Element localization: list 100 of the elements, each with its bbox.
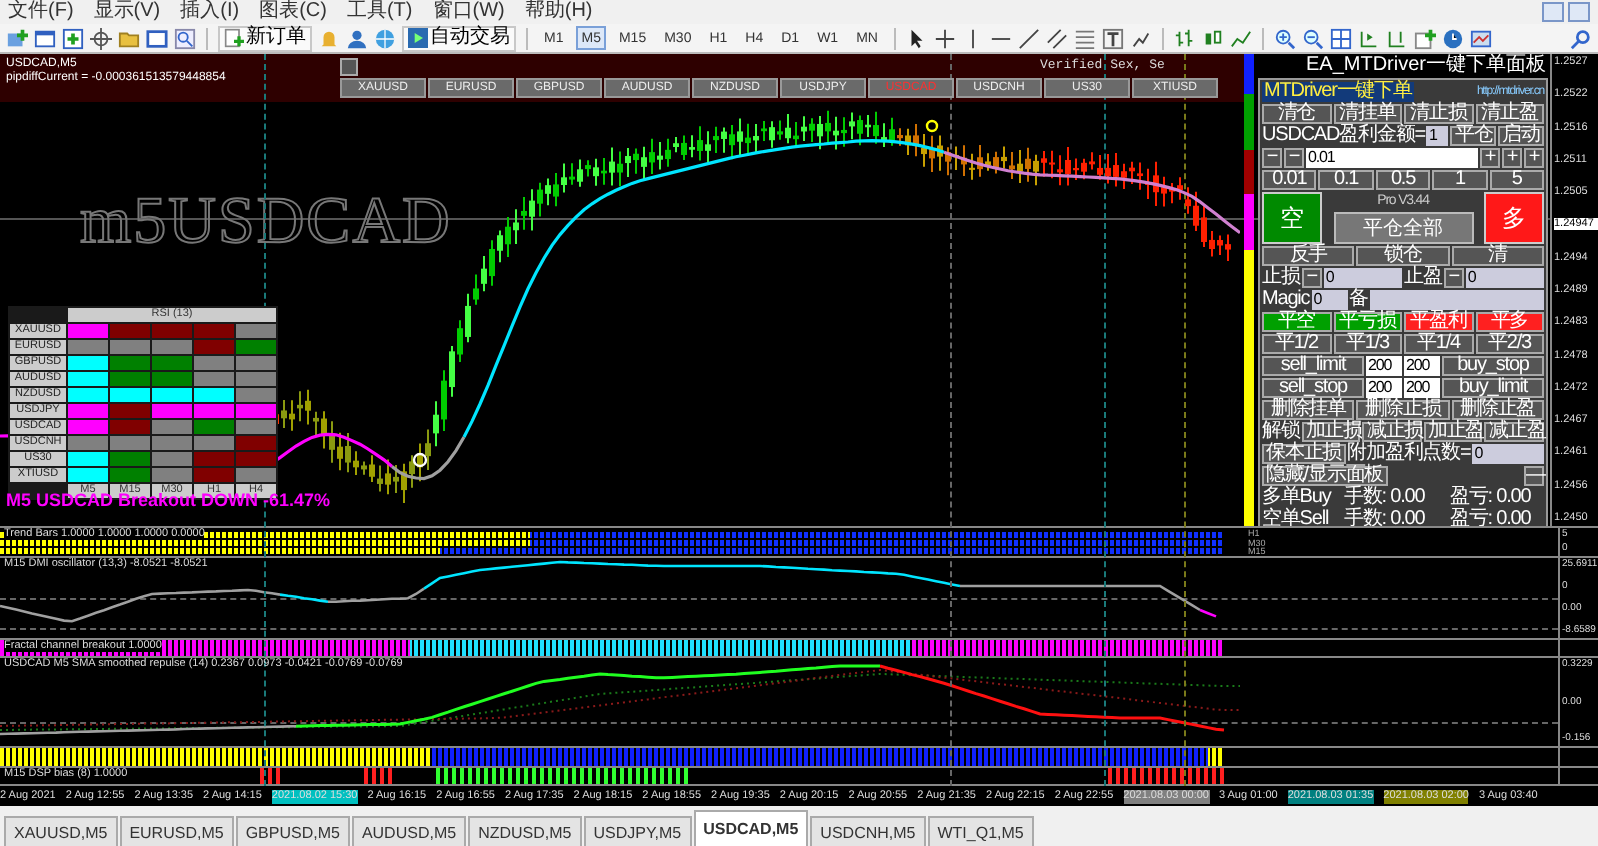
chart-tab[interactable]: USDCNH,M5 [810, 816, 926, 846]
chart-tab[interactable]: EURUSD,M5 [119, 816, 234, 846]
lot-preset-button[interactable]: 0.5 [1375, 170, 1431, 190]
auto-trading-button[interactable]: 自动交易 [402, 25, 516, 51]
close-button[interactable]: 平仓 [1450, 126, 1497, 146]
minimize-button[interactable]: — [1524, 466, 1544, 486]
menu-item[interactable]: 图表(C) [259, 0, 327, 24]
partial-close-button[interactable]: 平1/3 [1333, 334, 1402, 354]
new-chart-icon[interactable] [6, 27, 28, 49]
frame-icon[interactable] [146, 27, 168, 49]
action-button[interactable]: 清挂单 [1333, 104, 1402, 124]
increase-button[interactable]: + [1524, 148, 1544, 168]
decrease-button[interactable]: − [1284, 148, 1304, 168]
new-order-button[interactable]: 新订单 [218, 25, 312, 51]
pending-order-button[interactable]: buy_stop [1442, 356, 1544, 376]
menu-item[interactable]: 插入(I) [180, 0, 240, 24]
person-icon[interactable] [346, 27, 368, 49]
start-button[interactable]: 启动 [1498, 126, 1544, 146]
lot-preset-button[interactable]: 5 [1489, 170, 1545, 190]
stop-field[interactable]: 0 [1323, 268, 1402, 288]
channel-icon[interactable] [1045, 27, 1068, 49]
partial-close-button[interactable]: 平1/4 [1404, 334, 1473, 354]
close-position-button[interactable]: 平盈利 [1404, 312, 1473, 332]
increase-button[interactable]: + [1480, 148, 1500, 168]
menu-item[interactable]: 工具(T) [346, 0, 413, 24]
lot-preset-button[interactable]: 1 [1432, 170, 1488, 190]
stop-field[interactable]: 0 [1465, 268, 1544, 288]
sell-button[interactable]: 空 [1262, 192, 1322, 244]
pending-order-button[interactable]: sell_limit [1262, 356, 1364, 376]
breakeven-button[interactable]: 保本止损 [1262, 444, 1346, 464]
operation-button[interactable]: 清 [1451, 246, 1544, 266]
template-icon[interactable] [1469, 27, 1492, 49]
zoom-in-icon[interactable] [1273, 27, 1296, 49]
close-position-button[interactable]: 平多 [1475, 312, 1544, 332]
grid-icon[interactable] [1329, 27, 1352, 49]
chart-tab[interactable]: WTI_Q1,M5 [927, 816, 1034, 846]
chart-tab[interactable]: NZDUSD,M5 [468, 816, 582, 846]
action-button[interactable]: 清仓 [1262, 104, 1331, 124]
delete-button[interactable]: 删除挂单 [1262, 400, 1355, 420]
clock-icon[interactable] [1441, 27, 1464, 49]
profit-field[interactable]: 1 [1426, 126, 1449, 146]
bar-chart-icon[interactable] [1173, 27, 1196, 49]
operation-button[interactable]: 锁仓 [1356, 246, 1450, 266]
magnifier-icon[interactable] [174, 27, 196, 49]
crosshair-icon[interactable] [933, 27, 956, 49]
chart-tab[interactable]: GBPUSD,M5 [235, 816, 350, 846]
distance-field[interactable]: 200 [1366, 378, 1402, 398]
chart-shift-icon[interactable] [1385, 27, 1408, 49]
pending-order-button[interactable]: sell_stop [1262, 378, 1364, 398]
indicators-icon[interactable] [1413, 27, 1436, 49]
lot-preset-button[interactable]: 0.01 [1262, 170, 1317, 190]
stop-adjust-button[interactable]: 减止损 [1362, 422, 1422, 442]
chart-tab[interactable]: AUDUSD,M5 [351, 816, 467, 846]
line-chart-icon[interactable] [1229, 27, 1252, 49]
stop-adjust-button[interactable]: 加止盈 [1423, 422, 1483, 442]
search-icon[interactable] [1570, 27, 1592, 49]
panel-title: MTDriver一键下单 [1262, 82, 1414, 102]
plus-icon[interactable] [62, 27, 84, 49]
decrease-button[interactable]: − [1443, 268, 1464, 288]
distance-field[interactable]: 200 [1366, 356, 1402, 376]
note-field[interactable] [1370, 290, 1544, 310]
crosshair-icon[interactable] [90, 27, 112, 49]
zoom-out-icon[interactable] [1301, 27, 1324, 49]
buy-button[interactable]: 多 [1484, 192, 1544, 244]
window-icon[interactable] [34, 27, 56, 49]
distance-field[interactable]: 200 [1404, 378, 1440, 398]
stop-adjust-button[interactable]: 减止盈 [1484, 422, 1544, 442]
trendline-icon[interactable] [1017, 27, 1040, 49]
lot-preset-button[interactable]: 0.1 [1318, 170, 1374, 190]
close-all-button[interactable]: 平仓全部 [1333, 211, 1473, 243]
chart-tab[interactable]: USDJPY,M5 [583, 816, 692, 846]
action-button[interactable]: 清止损 [1404, 104, 1473, 124]
pending-order-button[interactable]: buy_limit [1442, 378, 1544, 398]
stop-adjust-button[interactable]: 加止损 [1301, 422, 1361, 442]
lot-field[interactable]: 0.01 [1306, 148, 1478, 168]
menu-item[interactable]: 显示(V) [93, 0, 161, 24]
magic-label: Magic [1262, 290, 1310, 310]
collapse-button[interactable] [340, 58, 358, 76]
distance-field[interactable]: 200 [1404, 356, 1440, 376]
extra-points-field[interactable]: 0 [1472, 444, 1544, 464]
decrease-button[interactable]: − [1301, 268, 1322, 288]
magic-field[interactable]: 0 [1311, 290, 1348, 310]
autoscroll-icon[interactable] [1357, 27, 1380, 49]
chart-tab[interactable]: USDCAD,M5 [693, 810, 809, 846]
chart-tab[interactable]: XAUUSD,M5 [4, 816, 118, 846]
delete-button[interactable]: 删除止盈 [1451, 400, 1544, 420]
text-icon[interactable] [1101, 27, 1124, 49]
toggle-panel-button[interactable]: 隐藏/显示面板 [1262, 466, 1388, 486]
increase-button[interactable]: + [1502, 148, 1522, 168]
action-button[interactable]: 清止盈 [1475, 104, 1544, 124]
candlestick-icon[interactable] [1201, 27, 1224, 49]
decrease-button[interactable]: − [1262, 148, 1282, 168]
delete-button[interactable]: 删除止损 [1356, 400, 1450, 420]
lots-text: 手数: 0.00 [1344, 488, 1427, 508]
fibonacci-icon[interactable] [1073, 27, 1096, 49]
partial-close-button[interactable]: 平2/3 [1475, 334, 1544, 354]
partial-close-button[interactable]: 平1/2 [1262, 334, 1331, 354]
globe-icon[interactable] [374, 27, 396, 49]
menu-item[interactable]: 帮助(H) [524, 0, 593, 24]
operation-button[interactable]: 反手 [1262, 246, 1355, 266]
